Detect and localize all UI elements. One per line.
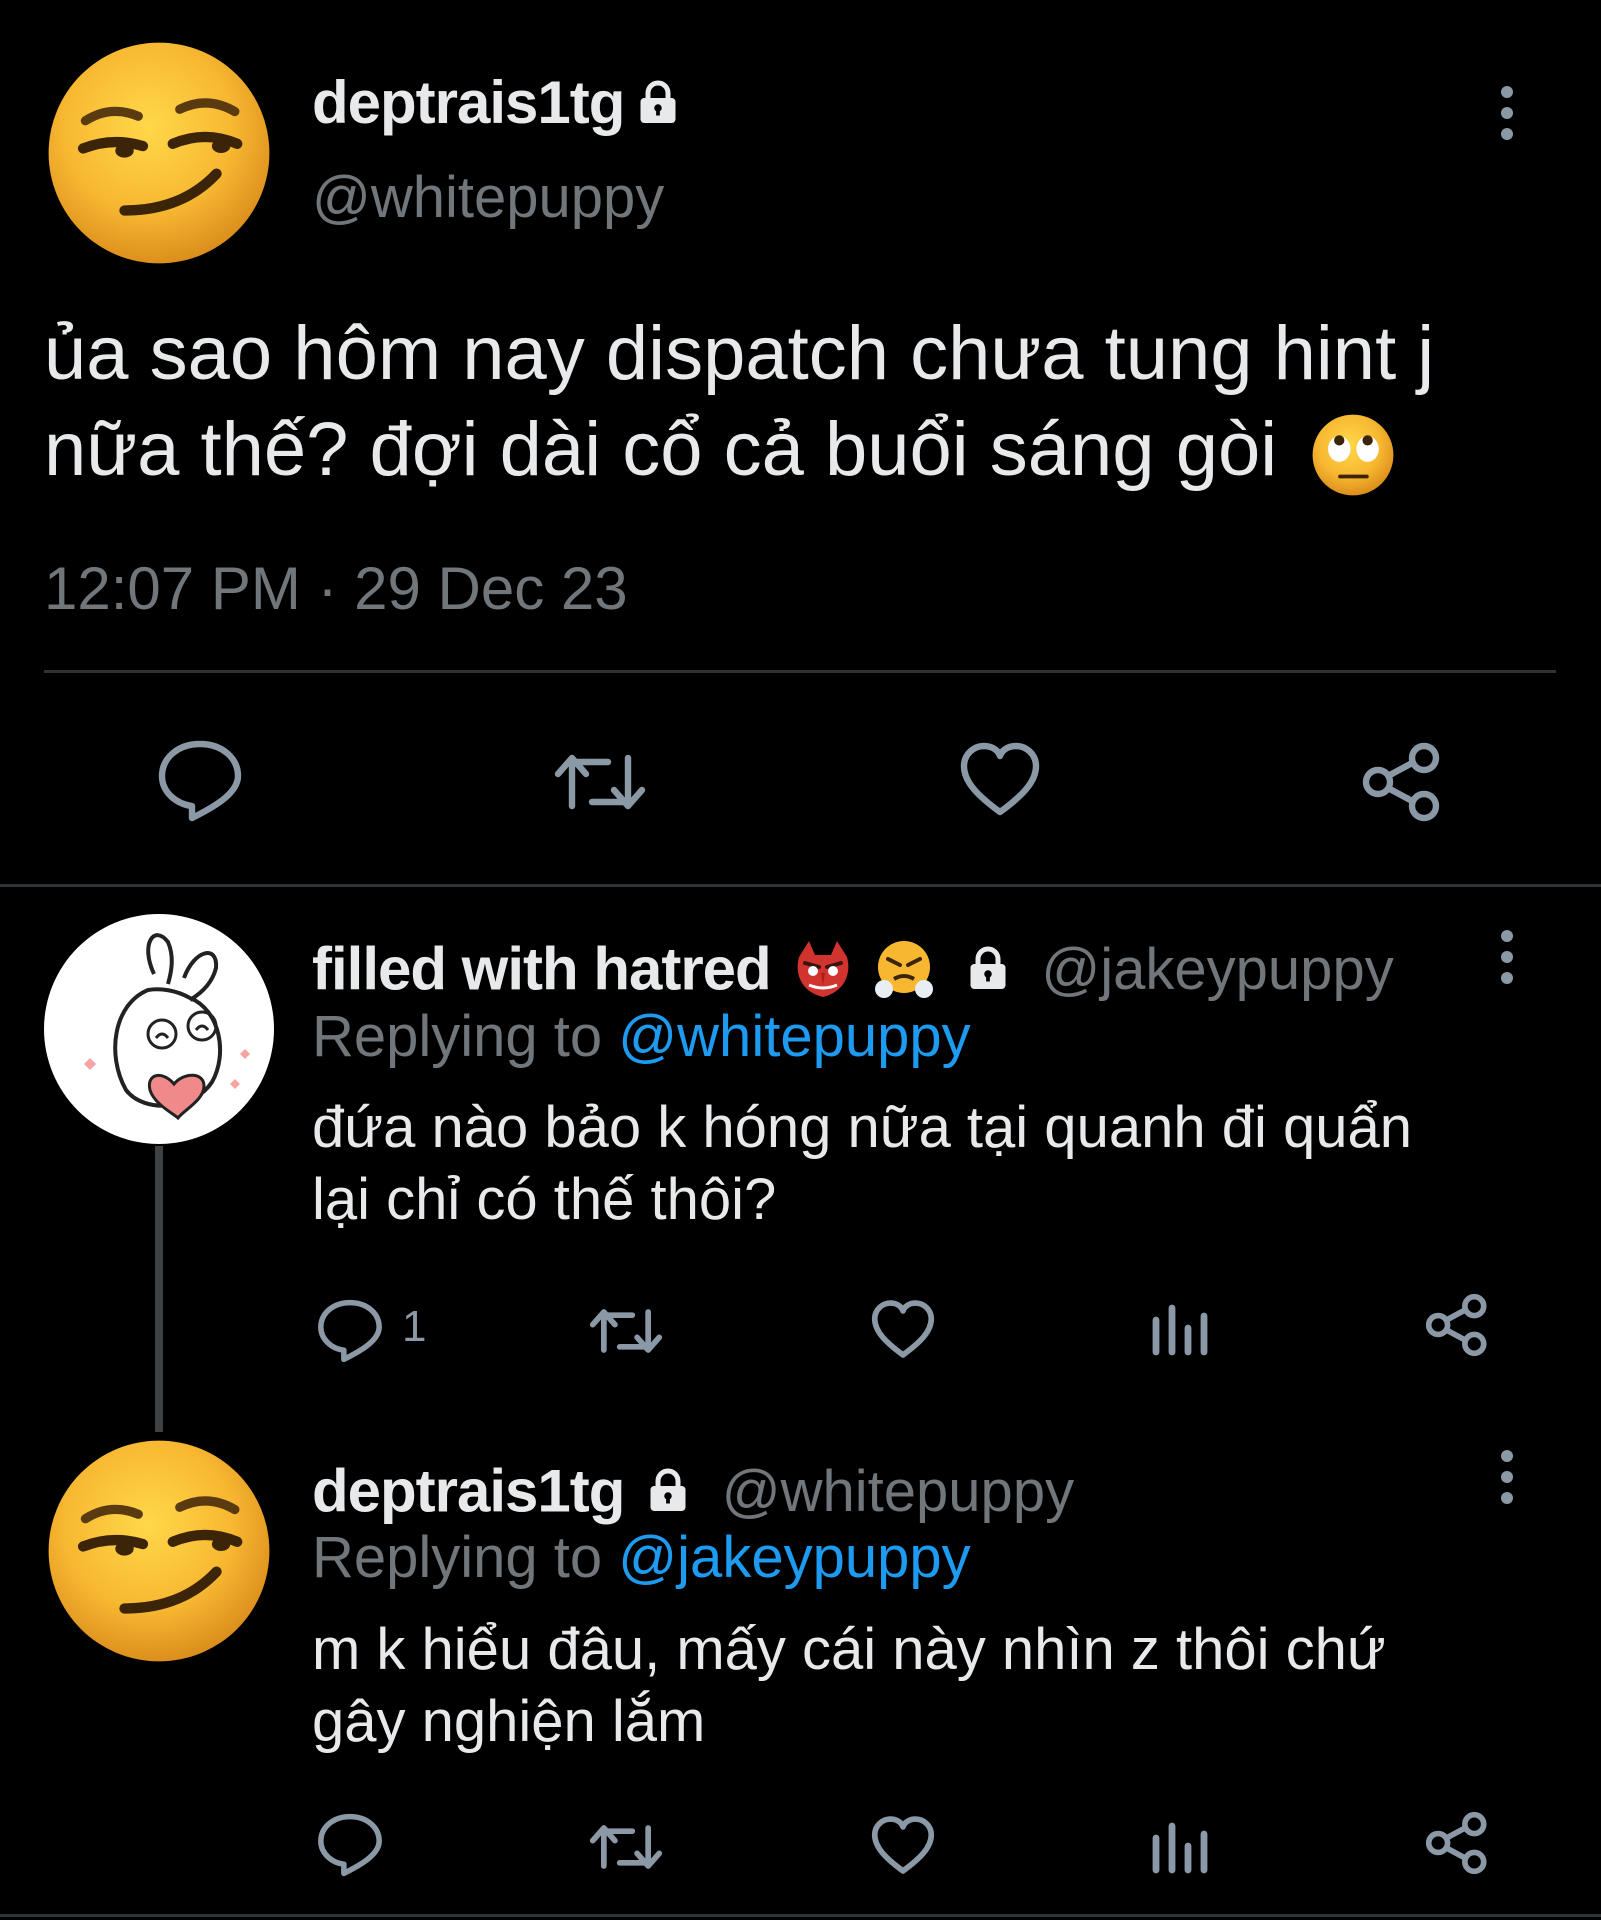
thread-line — [155, 1146, 163, 1432]
more-options-icon[interactable] — [1500, 930, 1514, 993]
retweet-icon[interactable] — [588, 1302, 664, 1360]
goblin-mask-emoji-icon — [798, 941, 849, 998]
divider — [0, 1914, 1601, 1917]
like-icon[interactable] — [870, 1814, 936, 1876]
lock-icon — [963, 944, 1013, 994]
reply-text-line-1: đứa nào bảo k hóng nữa tại quanh đi quẩn — [312, 1095, 1412, 1160]
replying-handle-link[interactable]: @whitepuppy — [618, 1004, 970, 1069]
tweet-text-line-2: nữa thế? đợi dài cổ cả buổi sáng gòi — [44, 402, 1434, 498]
display-name: deptrais1tg — [312, 69, 625, 136]
retweet-icon[interactable] — [552, 746, 648, 818]
handle[interactable]: @whitepuppy — [722, 1459, 1074, 1524]
reply-text-line-1: m k hiểu đâu, mấy cái này nhìn z thôi ch… — [312, 1617, 1386, 1682]
reply-1-avatar[interactable] — [44, 914, 274, 1144]
reply-icon[interactable] — [156, 738, 244, 824]
reply-count: 1 — [402, 1302, 427, 1351]
like-icon[interactable] — [870, 1298, 936, 1360]
smirk-emoji-icon — [44, 38, 274, 268]
steam-nose-emoji-icon — [875, 941, 934, 999]
share-icon[interactable] — [1424, 1292, 1490, 1358]
bunny-drawing-icon — [84, 933, 250, 1121]
reply-1-text: đứa nào bảo k hóng nữa tại quanh đi quẩn… — [312, 1092, 1412, 1236]
reply-icon[interactable] — [316, 1812, 384, 1878]
main-tweet-avatar[interactable] — [44, 38, 274, 268]
replying-prefix: Replying to — [312, 1004, 603, 1069]
main-tweet-author[interactable]: deptrais1tg — [312, 68, 683, 138]
lock-icon — [633, 78, 683, 128]
reply-2-author[interactable]: deptrais1tg @whitepuppy — [312, 1452, 1074, 1525]
handle[interactable]: @jakeypuppy — [1041, 937, 1393, 1002]
more-options-icon[interactable] — [1500, 86, 1514, 149]
analytics-icon[interactable] — [1150, 1818, 1210, 1874]
eye-roll-emoji-icon — [1312, 414, 1394, 496]
replying-to: Replying to @whitepuppy — [312, 1003, 971, 1070]
lock-icon — [643, 1466, 693, 1516]
analytics-icon[interactable] — [1150, 1300, 1210, 1356]
reply-2-avatar[interactable] — [44, 1436, 274, 1666]
tweet-text: ủa sao hôm nay dispatch chưa tung hint j… — [44, 306, 1434, 498]
share-icon[interactable] — [1360, 740, 1444, 824]
replying-to: Replying to @jakeypuppy — [312, 1524, 971, 1591]
replying-handle-link[interactable]: @jakeypuppy — [618, 1525, 970, 1590]
display-name: filled with hatred — [312, 935, 772, 1003]
replying-prefix: Replying to — [312, 1525, 603, 1590]
reply-text-line-2: gây nghiện lắm — [312, 1689, 706, 1754]
tweet-text-line-1: ủa sao hôm nay dispatch chưa tung hint j — [44, 311, 1435, 396]
reply-icon[interactable] — [316, 1298, 384, 1364]
display-name: deptrais1tg — [312, 1457, 625, 1525]
reply-text-line-2: lại chỉ có thế thôi? — [312, 1167, 777, 1232]
tweet-text-line-2-text: nữa thế? đợi dài cổ cả buổi sáng gòi — [44, 407, 1278, 492]
divider — [44, 670, 1556, 673]
reply-2-text: m k hiểu đâu, mấy cái này nhìn z thôi ch… — [312, 1614, 1386, 1758]
reply-1-author[interactable]: filled with hatred @jakeypuppy — [312, 930, 1394, 1003]
smirk-emoji-icon — [44, 1436, 274, 1666]
handle[interactable]: @whitepuppy — [312, 164, 664, 231]
divider — [0, 884, 1601, 887]
timestamp[interactable]: 12:07 PM · 29 Dec 23 — [44, 554, 628, 623]
more-options-icon[interactable] — [1500, 1450, 1514, 1513]
share-icon[interactable] — [1424, 1810, 1490, 1876]
like-icon[interactable] — [958, 740, 1042, 818]
retweet-icon[interactable] — [588, 1818, 664, 1876]
